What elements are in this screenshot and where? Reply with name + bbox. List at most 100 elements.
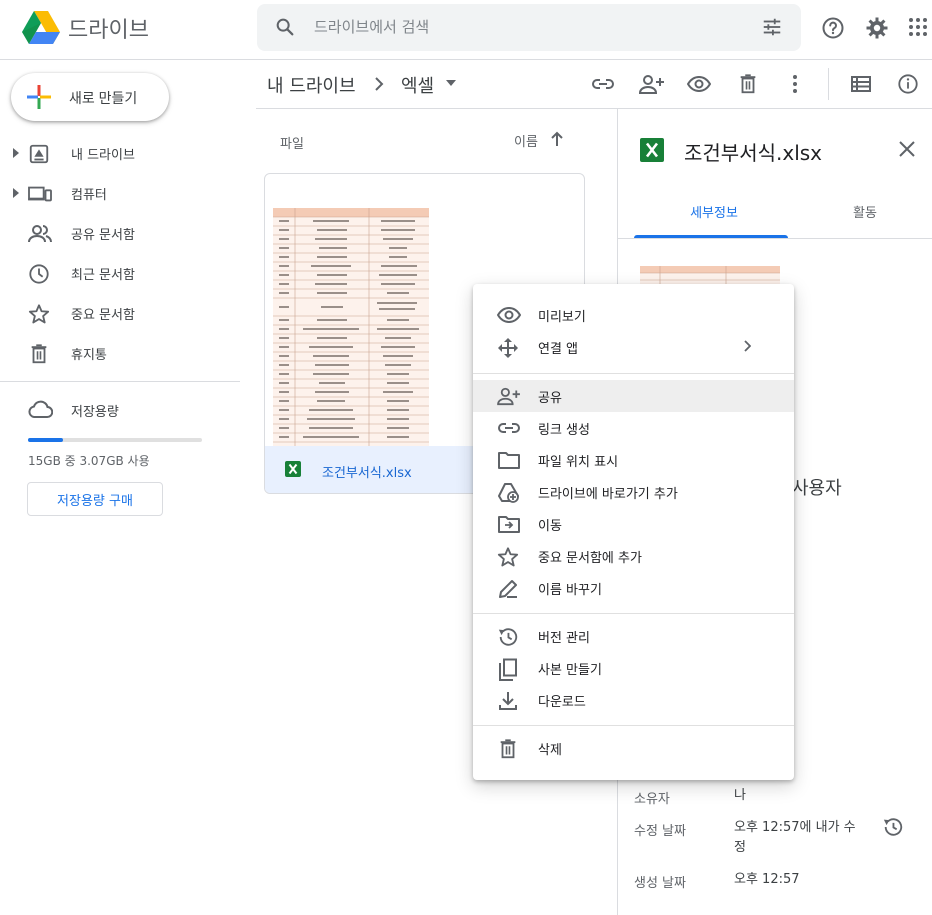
excel-file-icon [640,138,664,162]
sidebar-item-shared[interactable]: 공유 문서함 [0,217,238,249]
menu-item-label: 이름 바꾸기 [538,583,602,598]
menu-item-download[interactable]: 다운로드 [473,684,794,716]
created-label: 생성 날짜 [634,876,686,891]
menu-item-add-shortcut[interactable]: 드라이브에 바로가기 추가 [473,476,794,508]
apps-grid-icon[interactable] [908,17,928,37]
app-title[interactable]: 드라이브 [68,12,149,44]
menu-item-add-starred[interactable]: 중요 문서함에 추가 [473,540,794,572]
drive-logo-icon[interactable] [22,10,60,44]
menu-item-move[interactable]: 이동 [473,508,794,540]
star-icon [28,303,50,325]
menu-item-label: 파일 위치 표시 [538,455,619,470]
menu-item-share[interactable]: 공유 [473,380,794,412]
menu-item-label: 공유 [538,391,562,406]
menu-item-manage-versions[interactable]: 버전 관리 [473,620,794,652]
new-button[interactable]: 새로 만들기 [11,73,169,121]
my-drive-icon [28,143,50,165]
pencil-icon [497,578,519,600]
menu-item-preview[interactable]: 미리보기 [473,299,794,331]
caret-down-icon[interactable] [446,80,456,86]
tab-details[interactable]: 세부정보 [640,202,788,221]
gear-icon[interactable] [865,16,889,40]
folder-move-icon [497,514,521,534]
toolbar-divider-line [256,108,932,109]
eye-icon [497,305,521,325]
sidebar-divider [0,381,240,382]
menu-item-show-file-location[interactable]: 파일 위치 표시 [473,444,794,476]
excel-file-icon [285,461,301,477]
history-icon[interactable] [881,816,905,838]
toolbar-divider [828,68,829,100]
share-person-add-icon[interactable] [639,73,665,95]
sidebar-item-label: 컴퓨터 [71,188,107,203]
sidebar-item-starred[interactable]: 중요 문서함 [0,297,238,329]
storage-usage-text: 15GB 중 3.07GB 사용 [28,454,150,468]
copy-icon [497,658,519,682]
storage-bar [28,438,202,442]
details-panel-title: 조건부서식.xlsx [684,141,823,165]
trash-icon [497,738,519,760]
top-bar: 드라이브 [0,0,932,60]
chevron-right-icon [743,340,751,352]
menu-item-open-with[interactable]: 연결 앱 [473,331,794,363]
help-icon[interactable] [821,16,845,40]
files-section-heading: 파일 [280,137,304,152]
menu-item-label: 버전 관리 [538,631,590,646]
computer-icon [28,183,52,205]
close-icon[interactable] [898,140,916,158]
users-with-access-label: 사용자 [792,478,842,499]
sidebar-item-label: 최근 문서함 [71,268,135,283]
list-view-icon[interactable] [850,73,872,95]
cloud-icon [27,399,53,419]
folder-icon [497,450,521,470]
expand-caret-icon[interactable] [13,148,19,158]
modified-value-line-2: 정 [734,840,746,855]
sidebar-item-label: 휴지통 [71,348,107,363]
buy-storage-button[interactable]: 저장용량 구매 [27,482,163,516]
arrow-up-icon[interactable] [550,131,564,147]
menu-separator [473,373,794,374]
new-button-label: 새로 만들기 [69,90,138,106]
sort-by-name[interactable]: 이름 [514,131,538,150]
menu-item-label: 링크 생성 [538,423,590,438]
menu-separator [473,613,794,614]
menu-item-get-link[interactable]: 링크 생성 [473,412,794,444]
clock-icon [28,263,50,285]
menu-item-label: 드라이브에 바로가기 추가 [538,487,678,502]
spreadsheet-thumbnail [273,208,429,446]
menu-item-rename[interactable]: 이름 바꾸기 [473,572,794,604]
storage-bar-fill [28,438,63,442]
search-input[interactable] [314,14,734,40]
info-icon[interactable] [897,73,919,95]
search-options-icon[interactable] [761,16,783,38]
trash-icon[interactable] [737,73,759,95]
get-link-icon[interactable] [591,73,615,95]
menu-item-make-copy[interactable]: 사본 만들기 [473,652,794,684]
plus-icon [27,85,51,109]
panel-tabs-divider [618,238,932,239]
sidebar-item-label: 공유 문서함 [71,228,135,243]
sidebar-item-my-drive[interactable]: 내 드라이브 [0,137,238,169]
menu-item-label: 삭제 [538,743,562,758]
breadcrumb-my-drive[interactable]: 내 드라이브 [267,72,356,98]
download-icon [497,690,519,712]
sidebar-item-trash[interactable]: 휴지통 [0,337,238,369]
search-icon[interactable] [274,16,296,38]
menu-item-remove[interactable]: 삭제 [473,732,794,764]
link-icon [497,418,521,438]
menu-item-label: 이동 [538,519,562,534]
menu-item-label: 중요 문서함에 추가 [538,551,642,566]
sidebar-item-recent[interactable]: 최근 문서함 [0,257,238,289]
history-icon [497,626,519,648]
menu-item-label: 연결 앱 [538,342,579,357]
more-vert-icon[interactable] [792,73,798,95]
sidebar-item-computers[interactable]: 컴퓨터 [0,177,238,209]
breadcrumb-current-folder[interactable]: 엑셀 [401,72,434,98]
expand-caret-icon[interactable] [13,188,19,198]
trash-icon [28,343,50,365]
context-menu: 미리보기 연결 앱 공유 링크 생성 파일 위치 표시 드라이브에 바로가기 추… [473,284,794,780]
storage-title[interactable]: 저장용량 [71,401,119,420]
preview-eye-icon[interactable] [687,73,711,95]
menu-separator [473,725,794,726]
tab-activity[interactable]: 활동 [790,202,932,221]
